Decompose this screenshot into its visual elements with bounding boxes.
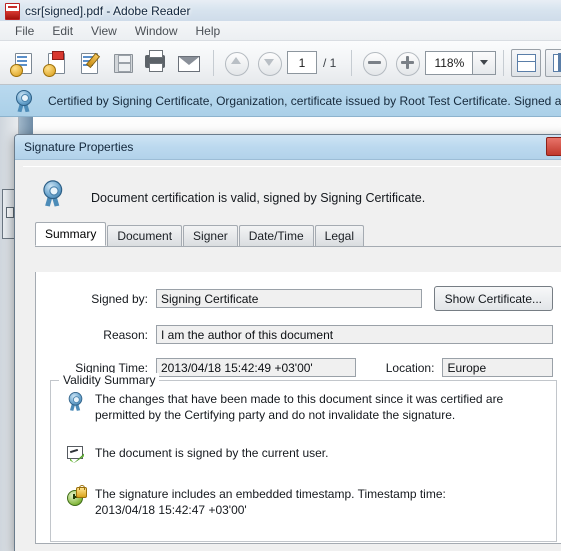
tab-legal[interactable]: Legal: [314, 225, 365, 246]
validity-item-signed-by-user: The document is signed by the current us…: [51, 423, 556, 464]
show-certificate-button[interactable]: Show Certificate...: [433, 286, 553, 311]
validity-item-timestamp: The signature includes an embedded times…: [51, 464, 556, 518]
validity-summary-label: Validity Summary: [59, 373, 160, 387]
reason-row: Reason: I am the author of this document: [36, 325, 561, 344]
blue-ribbon-seal-icon: [67, 392, 87, 414]
zoom-level-input[interactable]: 118%: [425, 50, 473, 75]
toolbar-separator-3: [503, 49, 505, 76]
validity-item-certification-line2: permitted by the Certifying party and do…: [95, 408, 456, 422]
main-toolbar: 1 / 1 118%: [0, 41, 561, 85]
validity-item-certification-line1: The changes that have been made to this …: [95, 392, 504, 406]
green-signature-check-icon: [67, 446, 87, 464]
adobe-reader-window: csr[signed].pdf - Adobe Reader File Edit…: [0, 0, 561, 551]
menu-item-view[interactable]: View: [82, 22, 126, 40]
page-number-input[interactable]: 1: [287, 51, 317, 74]
reason-field[interactable]: I am the author of this document: [156, 325, 553, 344]
zoom-dropdown-button[interactable]: [472, 50, 497, 75]
location-field[interactable]: Europe: [442, 358, 553, 377]
tab-date-time[interactable]: Date/Time: [238, 225, 314, 246]
fit-page-icon[interactable]: [511, 48, 542, 77]
email-icon[interactable]: [173, 48, 203, 78]
pdf-document-icon: [5, 3, 20, 20]
certification-status-text: Document certification is valid, signed …: [91, 191, 426, 205]
validity-item-certification: The changes that have been made to this …: [51, 381, 556, 423]
menu-item-edit[interactable]: Edit: [43, 22, 82, 40]
tab-signer[interactable]: Signer: [183, 225, 238, 246]
window-title: csr[signed].pdf - Adobe Reader: [25, 3, 191, 18]
previous-page-icon[interactable]: [221, 48, 251, 78]
menu-item-file[interactable]: File: [6, 22, 43, 40]
dialog-body: Document certification is valid, signed …: [23, 166, 561, 551]
close-icon[interactable]: [546, 137, 561, 156]
signature-properties-dialog: Signature Properties Document certificat…: [14, 134, 561, 551]
toolbar-separator-2: [351, 49, 353, 76]
create-pdf-icon[interactable]: [41, 48, 71, 78]
menu-item-help[interactable]: Help: [187, 22, 230, 40]
zoom-in-icon[interactable]: [392, 48, 422, 78]
fit-width-icon[interactable]: [545, 48, 561, 77]
menu-bar: File Edit View Window Help: [0, 21, 561, 41]
validity-item-timestamp-line1: The signature includes an embedded times…: [95, 487, 446, 501]
sign-document-icon[interactable]: [74, 48, 104, 78]
tab-document[interactable]: Document: [107, 225, 183, 246]
tab-summary[interactable]: Summary: [35, 222, 107, 246]
validity-summary-group: Validity Summary The changes that have b…: [50, 373, 557, 542]
page-total-label: / 1: [323, 55, 337, 70]
blue-ribbon-seal-icon: [41, 180, 69, 215]
dialog-title: Signature Properties: [24, 140, 134, 154]
signed-by-field[interactable]: Signing Certificate: [156, 289, 422, 308]
reason-label: Reason:: [103, 327, 148, 342]
zoom-out-icon[interactable]: [359, 48, 389, 78]
dialog-tabstrip: Summary Document Signer Date/Time Legal: [35, 222, 561, 247]
dialog-titlebar: Signature Properties: [15, 135, 561, 160]
toolbar-separator-1: [213, 49, 214, 76]
window-titlebar: csr[signed].pdf - Adobe Reader: [0, 0, 561, 22]
validity-item-timestamp-line2: 2013/04/18 15:42:47 +03'00': [95, 503, 247, 517]
green-clock-lock-icon: [67, 485, 87, 506]
signed-by-label: Signed by:: [91, 291, 148, 306]
signed-by-row: Signed by: Signing Certificate Show Cert…: [36, 286, 561, 311]
next-page-icon[interactable]: [254, 48, 284, 78]
validity-item-signed-by-user-line1: The document is signed by the current us…: [95, 446, 329, 460]
certification-banner: Certified by Signing Certificate, Organi…: [0, 85, 561, 117]
open-file-icon[interactable]: [8, 48, 38, 78]
certification-banner-text: Certified by Signing Certificate, Organi…: [48, 93, 561, 108]
summary-tab-panel: Signed by: Signing Certificate Show Cert…: [35, 272, 561, 544]
print-icon[interactable]: [140, 48, 170, 78]
location-label: Location:: [385, 360, 435, 375]
signing-time-field[interactable]: 2013/04/18 15:42:49 +03'00': [156, 358, 357, 377]
menu-item-window[interactable]: Window: [126, 22, 187, 40]
chevron-down-icon: [480, 60, 489, 65]
blue-ribbon-seal-icon: [14, 89, 32, 112]
dialog-header: Document certification is valid, signed …: [23, 167, 561, 225]
save-file-icon[interactable]: [107, 48, 137, 78]
